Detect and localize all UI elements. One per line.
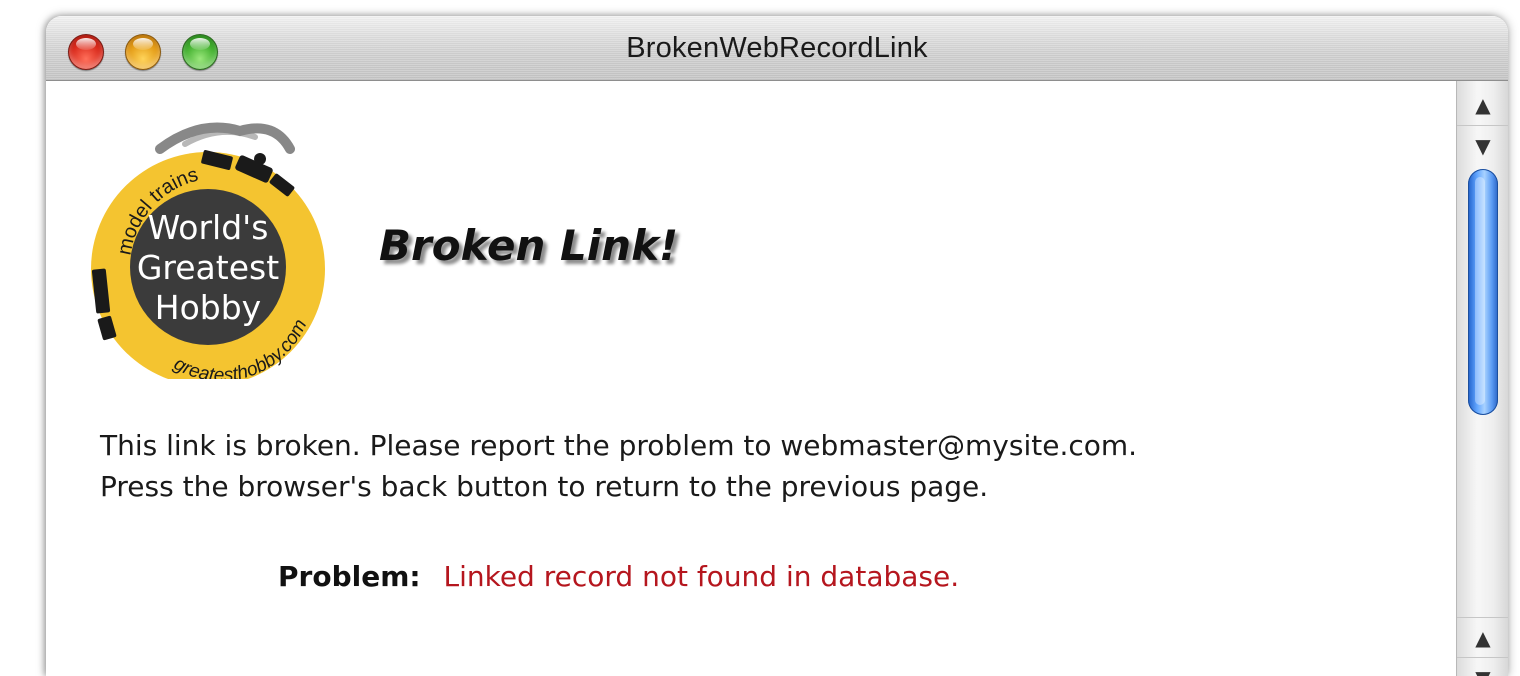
logo-line-3: Hobby (155, 288, 261, 327)
scroll-up-bottom-arrow-icon[interactable]: ▲ (1457, 617, 1508, 658)
greatest-hobby-logo: model trains greatesthobby.com World's G… (91, 122, 325, 379)
problem-value: Linked record not found in database. (443, 560, 960, 593)
title-bar[interactable]: BrokenWebRecordLink (46, 16, 1508, 81)
problem-label: Problem: (278, 560, 421, 593)
problem-row: Problem: Linked record not found in data… (278, 560, 959, 593)
message-line-1: This link is broken. Please report the p… (100, 429, 1138, 462)
scroll-up-arrow-icon[interactable]: ▲ (1457, 85, 1508, 125)
scroll-down-bottom-arrow-icon[interactable]: ▼ (1457, 657, 1508, 676)
scroll-down-arrow-icon[interactable]: ▼ (1457, 125, 1508, 166)
window-title: BrokenWebRecordLink (626, 32, 928, 64)
page-heading: Broken Link! (379, 221, 679, 270)
vertical-scrollbar[interactable]: ▲ ▼ ▲ ▼ (1456, 81, 1508, 676)
message-line-2: Press the browser's back button to retur… (100, 470, 989, 503)
logo-line-1: World's (148, 208, 269, 247)
app-window: BrokenWebRecordLink model trains greates… (46, 16, 1508, 676)
page-content: model trains greatesthobby.com World's G… (46, 81, 1456, 676)
logo-line-2: Greatest (137, 248, 279, 287)
broken-link-message: This link is broken. Please report the p… (100, 425, 1137, 507)
scrollbar-thumb[interactable] (1468, 169, 1498, 415)
